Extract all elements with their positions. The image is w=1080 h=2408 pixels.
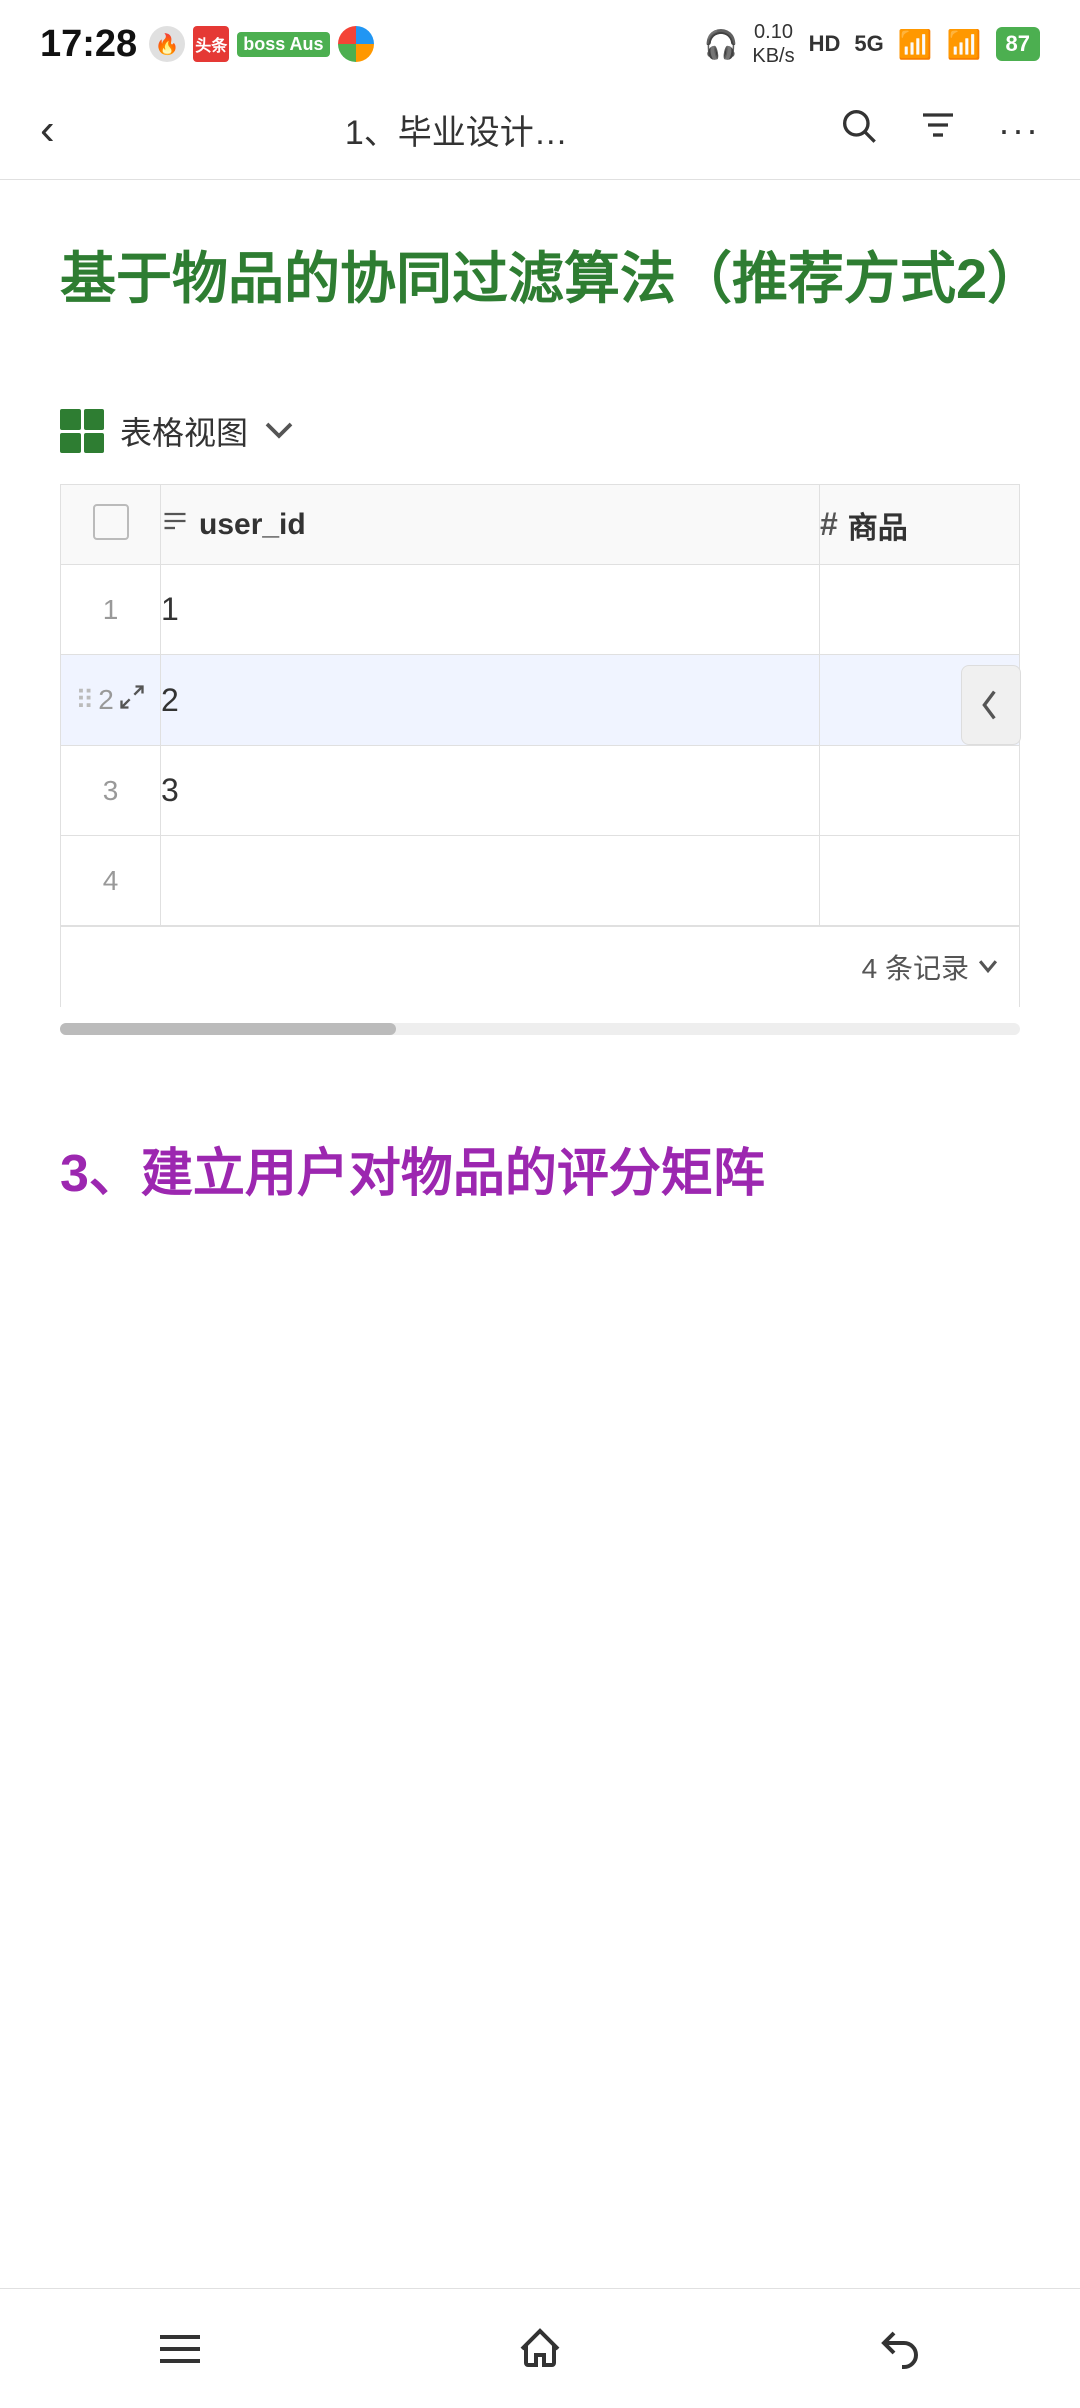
cell-product-4[interactable] xyxy=(820,836,1020,926)
back-nav-button[interactable] xyxy=(840,2309,960,2389)
section-2-title: 基于物品的协同过滤算法（推荐方式2） xyxy=(60,240,1020,318)
status-left: 17:28 🔥 头条 boss Aus xyxy=(40,23,374,66)
signal-icon: 📶 xyxy=(898,28,933,61)
cell-user-id-4[interactable] xyxy=(161,836,820,926)
table-container: user_id # 商品 1 xyxy=(60,484,1020,926)
cell-product-1[interactable] xyxy=(820,565,1020,655)
headphone-icon: 🎧 xyxy=(704,28,739,61)
row-number-3: 3 xyxy=(61,746,161,836)
nav-bar: ‹ 1、毕业设计… ··· xyxy=(0,80,1080,180)
battery-indicator: 87 xyxy=(996,27,1040,61)
boss-icon: boss Aus xyxy=(237,32,329,57)
5g-icon: 5G xyxy=(854,31,883,57)
th-user-id[interactable]: user_id xyxy=(161,485,820,565)
home-button[interactable] xyxy=(480,2309,600,2389)
bottom-nav xyxy=(0,2288,1080,2408)
table-row: 4 xyxy=(61,836,1020,926)
records-count[interactable]: 4 条记录 xyxy=(862,947,999,987)
nav-actions: ··· xyxy=(838,105,1040,155)
cell-user-id-3[interactable]: 3 xyxy=(161,746,820,836)
checkbox-select-all[interactable] xyxy=(93,504,129,540)
network-speed: 0.10KB/s xyxy=(752,20,794,68)
headline-icon: 头条 xyxy=(193,26,229,62)
records-footer: 4 条记录 xyxy=(60,926,1020,1007)
collapse-panel-button[interactable] xyxy=(961,665,1021,745)
scrollbar-thumb[interactable] xyxy=(60,1023,396,1035)
th-checkbox[interactable] xyxy=(61,485,161,565)
menu-button[interactable] xyxy=(120,2309,240,2389)
row-number-1: 1 xyxy=(61,565,161,655)
table-row: ⠿ 2 xyxy=(61,655,1020,746)
th-product[interactable]: # 商品 xyxy=(820,485,1020,565)
search-button[interactable] xyxy=(838,105,878,155)
drag-handle-icon[interactable]: ⠿ xyxy=(75,685,94,716)
main-content: 基于物品的协同过滤算法（推荐方式2） 表格视图 xyxy=(0,180,1080,1426)
table-view-chevron-icon[interactable] xyxy=(264,415,294,447)
section-3-title: 3、建立用户对物品的评分矩阵 xyxy=(60,1131,1020,1206)
filter-button[interactable] xyxy=(918,105,958,155)
row-number-2: ⠿ 2 xyxy=(61,655,161,746)
page-title: 1、毕业设计… xyxy=(75,105,838,154)
horizontal-scrollbar[interactable] xyxy=(60,1007,1020,1051)
records-dropdown-icon[interactable] xyxy=(977,954,999,980)
th-product-label: 商品 xyxy=(848,503,908,547)
number-type-icon: # xyxy=(820,506,838,543)
cell-user-id-2[interactable]: 2 xyxy=(161,655,820,746)
table-header-row: user_id # 商品 xyxy=(61,485,1020,565)
expand-row-icon[interactable] xyxy=(118,683,146,718)
hd-icon: HD xyxy=(809,31,841,57)
grid-color-icon xyxy=(338,26,374,62)
cell-user-id-1[interactable]: 1 xyxy=(161,565,820,655)
flame-icon: 🔥 xyxy=(149,26,185,62)
th-user-id-label: user_id xyxy=(199,508,306,542)
more-button[interactable]: ··· xyxy=(998,109,1040,151)
cell-product-3[interactable] xyxy=(820,746,1020,836)
back-button[interactable]: ‹ xyxy=(40,105,75,155)
table-row: 3 3 xyxy=(61,746,1020,836)
wifi-icon: 📶 xyxy=(947,28,982,61)
status-time: 17:28 xyxy=(40,23,137,66)
text-type-icon xyxy=(161,507,189,542)
status-bar: 17:28 🔥 头条 boss Aus 🎧 0.10KB/s HD 5G 📶 📶… xyxy=(0,0,1080,80)
table-row: 1 1 xyxy=(61,565,1020,655)
table-view-grid-icon xyxy=(60,409,104,453)
data-table: user_id # 商品 1 xyxy=(60,484,1020,926)
table-view-header[interactable]: 表格视图 xyxy=(60,398,1020,464)
table-view-label: 表格视图 xyxy=(120,408,248,454)
status-right: 🎧 0.10KB/s HD 5G 📶 📶 87 xyxy=(704,20,1041,68)
status-icons: 🔥 头条 boss Aus xyxy=(149,26,373,62)
scrollbar-track xyxy=(60,1023,1020,1035)
row-number-4: 4 xyxy=(61,836,161,926)
